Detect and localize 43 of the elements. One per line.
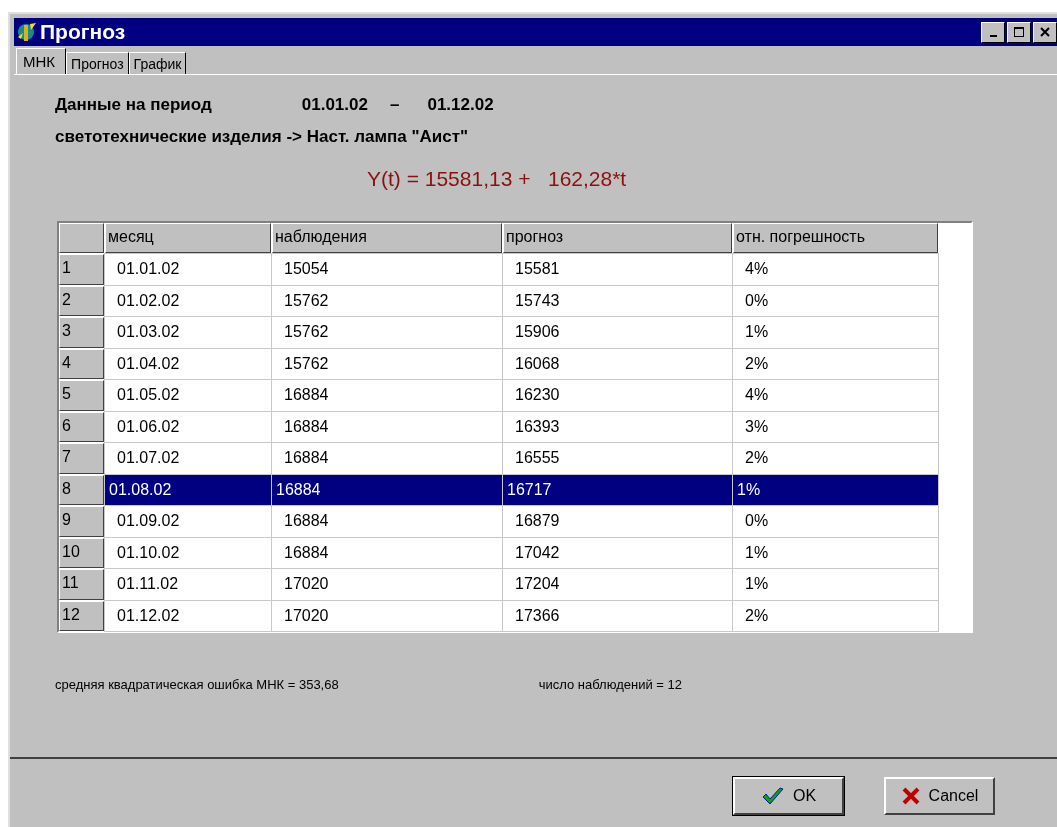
column-header[interactable]: месяц bbox=[105, 223, 271, 254]
period-start: 01.01.02 bbox=[301, 95, 368, 115]
close-button[interactable] bbox=[1033, 21, 1057, 43]
column-header[interactable]: прогноз bbox=[503, 223, 732, 254]
window-title: Прогноз bbox=[40, 20, 126, 44]
category-path: светотехнические изделия -> Наст. лампа "Аист" bbox=[55, 127, 470, 147]
tab[interactable]: МНК bbox=[16, 48, 67, 74]
maximize-button[interactable] bbox=[1007, 21, 1031, 43]
cancel-button[interactable]: Cancel bbox=[884, 777, 995, 815]
period-label: Данные на период bbox=[55, 95, 212, 115]
tab[interactable]: Прогноз bbox=[66, 52, 129, 74]
observation-count: число наблюдений = 12 bbox=[538, 677, 682, 692]
row-number: 4 bbox=[59, 348, 104, 380]
x-mark-icon bbox=[900, 786, 921, 806]
period-end: 01.12.02 bbox=[427, 95, 494, 115]
row-number: 2 bbox=[59, 285, 104, 317]
row-number: 3 bbox=[59, 317, 104, 348]
table-cell: 16884 bbox=[272, 474, 502, 506]
app-icon bbox=[16, 21, 38, 43]
row-number: 10 bbox=[59, 537, 104, 569]
row-number: 9 bbox=[59, 506, 104, 537]
regression-formula: Y(t) = 15581,13 + 162,28*t bbox=[367, 167, 628, 191]
period-dash: – bbox=[389, 95, 400, 115]
row-number: 12 bbox=[59, 600, 104, 632]
mse-text: средняя квадратическая ошибка МНК = 353,68 bbox=[55, 677, 339, 692]
row-number: 6 bbox=[59, 411, 104, 443]
row-number: 11 bbox=[59, 569, 104, 600]
ok-button[interactable]: OK bbox=[733, 777, 844, 815]
table-cell: 16717 bbox=[503, 474, 732, 506]
row-number: 5 bbox=[59, 380, 104, 411]
maximize-icon bbox=[1014, 27, 1024, 37]
table-cell: 01.08.02 bbox=[105, 474, 271, 506]
checkmark-icon bbox=[760, 786, 785, 806]
column-header[interactable]: отн. погрешность bbox=[733, 223, 938, 254]
minimize-button[interactable] bbox=[981, 21, 1005, 43]
row-number: 7 bbox=[59, 443, 104, 474]
table-cell: 1% bbox=[733, 474, 938, 506]
row-number: 8 bbox=[59, 474, 104, 506]
row-number: 1 bbox=[59, 254, 104, 285]
column-header[interactable]: наблюдения bbox=[272, 223, 502, 254]
minimize-icon bbox=[989, 35, 997, 37]
close-icon bbox=[1040, 27, 1050, 37]
tab[interactable]: График bbox=[128, 52, 187, 74]
